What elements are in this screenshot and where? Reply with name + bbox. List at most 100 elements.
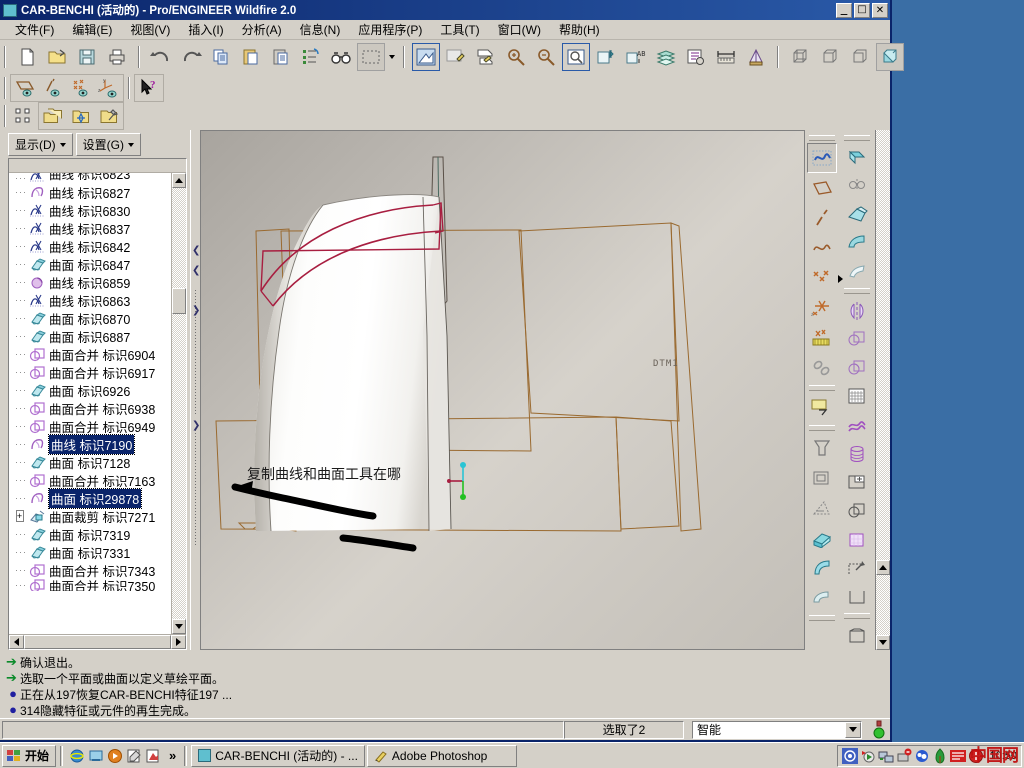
round-button[interactable] bbox=[842, 143, 872, 172]
tree-node[interactable]: ··· 曲线 标识6863 bbox=[9, 291, 171, 309]
menu-window[interactable]: 窗口(W) bbox=[489, 19, 550, 40]
tree-node[interactable]: ··· 曲线 标识6830 bbox=[9, 201, 171, 219]
tree-node[interactable]: ··· 曲面 标识7128 bbox=[9, 453, 171, 471]
new-button[interactable] bbox=[13, 43, 41, 71]
display-wireframe-button[interactable] bbox=[786, 43, 814, 71]
offset-button[interactable] bbox=[842, 468, 872, 497]
build-feature-button[interactable] bbox=[96, 103, 122, 129]
tree-node[interactable]: ··· 曲面合并 标识6949 bbox=[9, 417, 171, 435]
tree-show-button[interactable]: 显示(D) bbox=[8, 133, 73, 156]
context-help-button[interactable]: ? bbox=[136, 75, 162, 101]
regenerate-button[interactable] bbox=[297, 43, 325, 71]
sketched-datum-curve-button[interactable] bbox=[807, 143, 837, 173]
boundary-blend-button[interactable] bbox=[807, 553, 837, 583]
datum-plane-display-button[interactable] bbox=[592, 43, 620, 71]
network-icon[interactable] bbox=[878, 748, 894, 764]
tree-node[interactable]: ··· 曲线 标识6837 bbox=[9, 219, 171, 237]
model-tree-button[interactable] bbox=[682, 43, 710, 71]
toolkit-button[interactable] bbox=[842, 621, 872, 650]
show-desktop-icon[interactable] bbox=[88, 748, 104, 764]
paint-icon[interactable] bbox=[145, 748, 161, 764]
move-copy-button[interactable] bbox=[842, 554, 872, 583]
redo-button[interactable] bbox=[177, 43, 205, 71]
tree-node[interactable]: ··· 曲面 标识6847 bbox=[9, 255, 171, 273]
sketch-tool-button[interactable] bbox=[807, 393, 837, 423]
offset-point-button[interactable]: z bbox=[807, 293, 837, 323]
viewport-vscrollbar[interactable] bbox=[875, 130, 890, 650]
flat-surface-button[interactable] bbox=[842, 583, 872, 612]
paste-special-button[interactable] bbox=[267, 43, 295, 71]
tree-node[interactable]: ··· 曲面 标识29878 bbox=[9, 487, 171, 509]
regen-status-light[interactable] bbox=[870, 720, 888, 740]
sweep-blend-button[interactable] bbox=[807, 493, 837, 523]
select-button[interactable] bbox=[357, 43, 385, 71]
chamfer-button[interactable] bbox=[842, 172, 872, 201]
measure-button[interactable] bbox=[712, 43, 740, 71]
tree-node[interactable]: + 曲面裁剪 标识7271 bbox=[9, 507, 171, 525]
media-icon[interactable] bbox=[860, 748, 876, 764]
model-tree-hscrollbar[interactable] bbox=[9, 634, 186, 649]
close-button[interactable]: ✕ bbox=[872, 2, 888, 18]
tree-node[interactable]: ··· 曲线 标识7190 bbox=[9, 433, 171, 455]
open-button[interactable] bbox=[43, 43, 71, 71]
draft-button[interactable] bbox=[842, 258, 872, 287]
print-button[interactable] bbox=[103, 43, 131, 71]
datum-csys-button[interactable] bbox=[807, 353, 837, 383]
new-feature-button[interactable] bbox=[68, 103, 94, 129]
display-no-hidden-button[interactable] bbox=[846, 43, 874, 71]
selection-filter-combo[interactable]: 智能 bbox=[692, 720, 862, 739]
antivirus-icon[interactable] bbox=[932, 747, 948, 764]
model-tree-vscrollbar[interactable] bbox=[171, 173, 186, 634]
layers-button[interactable] bbox=[652, 43, 680, 71]
tree-node[interactable]: ··· 曲面合并 标识7350 bbox=[9, 579, 171, 591]
input-method-icon[interactable] bbox=[968, 748, 984, 764]
tree-scroll-thumb[interactable] bbox=[172, 288, 186, 314]
panel-splitter[interactable]: ❮ ❮ ❯ ❯ bbox=[190, 130, 200, 650]
tree-scroll-up-button[interactable] bbox=[172, 173, 186, 188]
display-shaded-button[interactable] bbox=[876, 43, 904, 71]
volume-icon[interactable] bbox=[842, 747, 859, 764]
spin-center-button[interactable] bbox=[442, 43, 470, 71]
tree-scroll-left-button[interactable] bbox=[9, 635, 24, 649]
tree-node[interactable]: ··· 曲线 标识6842 bbox=[9, 237, 171, 255]
solidify-button[interactable] bbox=[842, 497, 872, 526]
tree-node[interactable]: ··· 曲面 标识7319 bbox=[9, 525, 171, 543]
datum-tag-display-button[interactable]: AB bbox=[622, 43, 650, 71]
tree-node[interactable]: ··· 曲面合并 标识6938 bbox=[9, 399, 171, 417]
menu-info[interactable]: 信息(N) bbox=[291, 19, 350, 40]
pattern-button[interactable] bbox=[11, 103, 37, 129]
copy-button[interactable] bbox=[207, 43, 235, 71]
display-hidden-line-button[interactable] bbox=[816, 43, 844, 71]
maximize-button[interactable]: □ bbox=[854, 2, 870, 18]
variable-section-sweep-button[interactable] bbox=[807, 523, 837, 553]
tree-scroll-down-button[interactable] bbox=[172, 619, 186, 634]
tree-node[interactable]: ··· 曲面合并 标识6904 bbox=[9, 345, 171, 363]
quick-launch-overflow-chevron[interactable]: » bbox=[165, 748, 180, 763]
notepad-icon[interactable] bbox=[126, 748, 142, 764]
tree-node[interactable]: ··· 曲线 标识6823 bbox=[9, 173, 171, 183]
menu-applications[interactable]: 应用程序(P) bbox=[349, 19, 431, 40]
copy-feature-button[interactable] bbox=[40, 103, 66, 129]
datum-point-toggle[interactable] bbox=[68, 75, 94, 101]
datum-csys-toggle[interactable]: zy bbox=[96, 75, 122, 101]
extrude-button[interactable] bbox=[807, 433, 837, 463]
thicken-button[interactable] bbox=[842, 439, 872, 468]
media-player-icon[interactable] bbox=[107, 748, 123, 764]
paste-button[interactable] bbox=[237, 43, 265, 71]
find-button[interactable] bbox=[327, 43, 355, 71]
shell-button[interactable] bbox=[842, 200, 872, 229]
minimize-button[interactable]: _ bbox=[836, 2, 852, 18]
datum-axis-toggle[interactable] bbox=[40, 75, 66, 101]
tree-settings-button[interactable]: 设置(G) bbox=[75, 133, 141, 156]
tree-scroll-track-top[interactable] bbox=[172, 188, 186, 288]
style-button[interactable] bbox=[807, 583, 837, 613]
refit-button[interactable] bbox=[562, 43, 590, 71]
menu-insert[interactable]: 插入(I) bbox=[179, 19, 232, 40]
update-icon[interactable] bbox=[950, 748, 967, 764]
viewport-scroll-track-top[interactable] bbox=[876, 130, 890, 560]
viewport-scroll-down-button[interactable] bbox=[876, 635, 890, 650]
tree-node[interactable]: ··· 曲面 标识6926 bbox=[9, 381, 171, 399]
tree-node[interactable]: ··· 曲面 标识6887 bbox=[9, 327, 171, 345]
warp-button[interactable] bbox=[842, 411, 872, 440]
zoom-in-button[interactable] bbox=[502, 43, 530, 71]
